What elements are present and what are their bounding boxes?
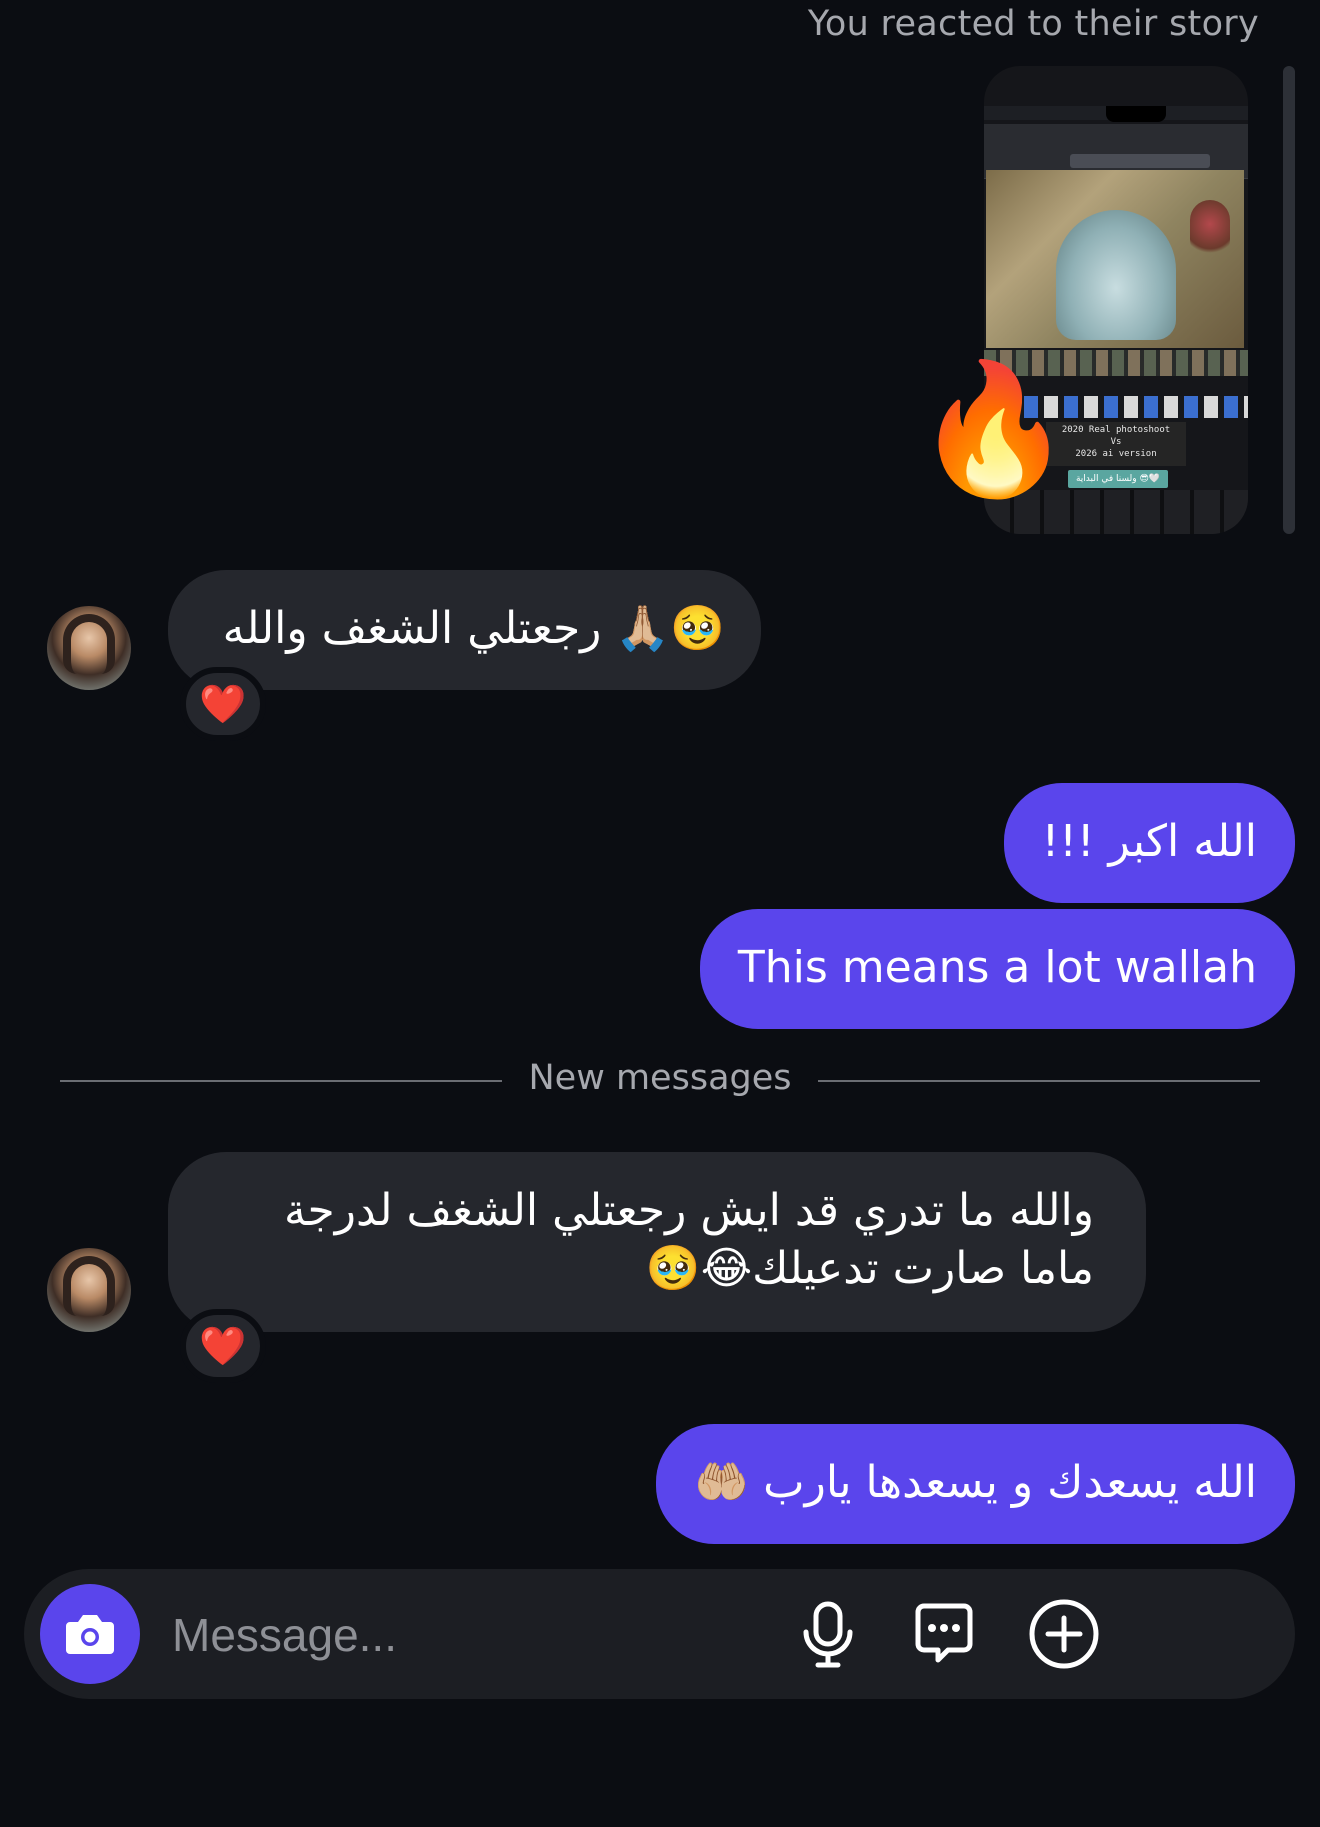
scrollbar[interactable] bbox=[1283, 66, 1295, 534]
outgoing-message-bubble[interactable]: This means a lot wallah bbox=[699, 909, 1295, 1029]
microphone-icon bbox=[803, 1601, 853, 1668]
sticker-chat-icon bbox=[915, 1603, 973, 1663]
message-text: الله اكبر !!! bbox=[1041, 816, 1257, 867]
sender-avatar[interactable] bbox=[47, 606, 131, 690]
heart-reaction-badge[interactable]: ❤️ bbox=[180, 1309, 266, 1383]
chat-screen: You reacted to their story 2020 Real pho… bbox=[0, 0, 1320, 1827]
outgoing-message-bubble[interactable]: الله اكبر !!! bbox=[1003, 783, 1295, 903]
sticker-chat-button[interactable] bbox=[904, 1594, 984, 1674]
microphone-button[interactable] bbox=[788, 1594, 868, 1674]
sender-avatar[interactable] bbox=[47, 1248, 131, 1332]
divider-line-left bbox=[60, 1080, 502, 1082]
message-composer bbox=[24, 1569, 1295, 1701]
story-reaction-caption: You reacted to their story bbox=[807, 4, 1259, 44]
thumb-notch bbox=[1106, 106, 1166, 122]
incoming-message-bubble[interactable]: والله ما تدري قد ايش رجعتلي الشغف لدرجة … bbox=[168, 1152, 1146, 1332]
outgoing-message-bubble[interactable]: الله يسعدك و يسعدها يارب 🤲🏼 bbox=[656, 1424, 1295, 1544]
camera-button[interactable] bbox=[40, 1584, 140, 1684]
thumb-photo bbox=[986, 170, 1244, 348]
message-text: والله ما تدري قد ايش رجعتلي الشغف لدرجة … bbox=[283, 1185, 1094, 1294]
heart-reaction-badge[interactable]: ❤️ bbox=[180, 667, 266, 741]
new-messages-divider: New messages bbox=[528, 1058, 792, 1098]
message-input[interactable] bbox=[170, 1569, 794, 1701]
message-text: 🥹🙏🏼 رجعتلي الشغف والله bbox=[222, 603, 725, 654]
add-circle-icon bbox=[1029, 1599, 1099, 1669]
add-button[interactable] bbox=[1024, 1594, 1104, 1674]
thumb-sticker: ولسنا في البداية 😎🤍 bbox=[1068, 470, 1168, 488]
divider-line-right bbox=[818, 1080, 1260, 1082]
message-text: This means a lot wallah bbox=[737, 942, 1257, 993]
message-text: الله يسعدك و يسعدها يارب 🤲🏼 bbox=[694, 1457, 1257, 1508]
incoming-message-bubble[interactable]: 🥹🙏🏼 رجعتلي الشغف والله bbox=[168, 570, 761, 690]
fire-reaction-emoji: 🔥 bbox=[914, 355, 1074, 504]
camera-icon bbox=[66, 1615, 114, 1654]
